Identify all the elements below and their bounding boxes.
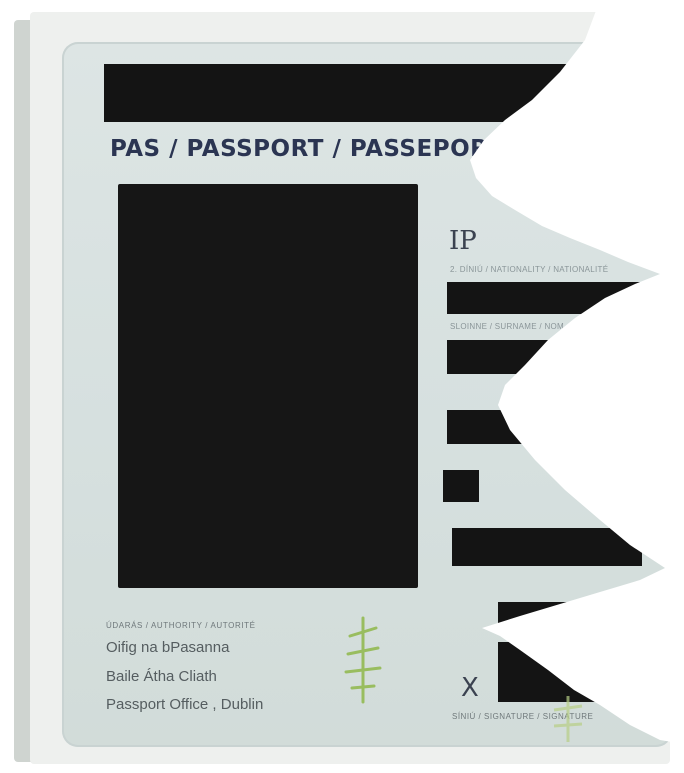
authority-line-2: Baile Átha Cliath bbox=[106, 668, 217, 685]
harp-emblem-icon bbox=[344, 616, 382, 704]
redacted-header-bar bbox=[104, 64, 624, 122]
redacted-field-4 bbox=[443, 470, 479, 502]
redacted-field-6 bbox=[498, 602, 648, 632]
document-scene: PAS / PASSPORT / PASSEPORT IP 2. DÍNIÚ /… bbox=[0, 0, 684, 773]
surname-field-label: SLOINNE / SURNAME / NOM bbox=[450, 322, 565, 331]
redacted-photo bbox=[118, 184, 418, 588]
authority-line-3: Passport Office , Dublin bbox=[106, 696, 264, 713]
nationality-field-label: 2. DÍNIÚ / NATIONALITY / NATIONALITÉ bbox=[450, 265, 609, 274]
passport-title: PAS / PASSPORT / PASSEPORT bbox=[110, 136, 504, 162]
authority-line-1: Oifig na bPasanna bbox=[106, 639, 230, 656]
issuing-authority-label: ÚDARÁS / AUTHORITY / AUTORITÉ bbox=[106, 621, 256, 630]
passport-type-code: IP bbox=[449, 226, 477, 256]
redacted-field-1 bbox=[447, 282, 647, 314]
redacted-field-3 bbox=[447, 410, 597, 444]
redacted-field-5 bbox=[452, 528, 642, 566]
redacted-signature bbox=[498, 642, 658, 702]
security-pattern-icon bbox=[553, 696, 583, 742]
redacted-field-2 bbox=[447, 340, 597, 374]
signature-mark: X bbox=[461, 673, 479, 703]
